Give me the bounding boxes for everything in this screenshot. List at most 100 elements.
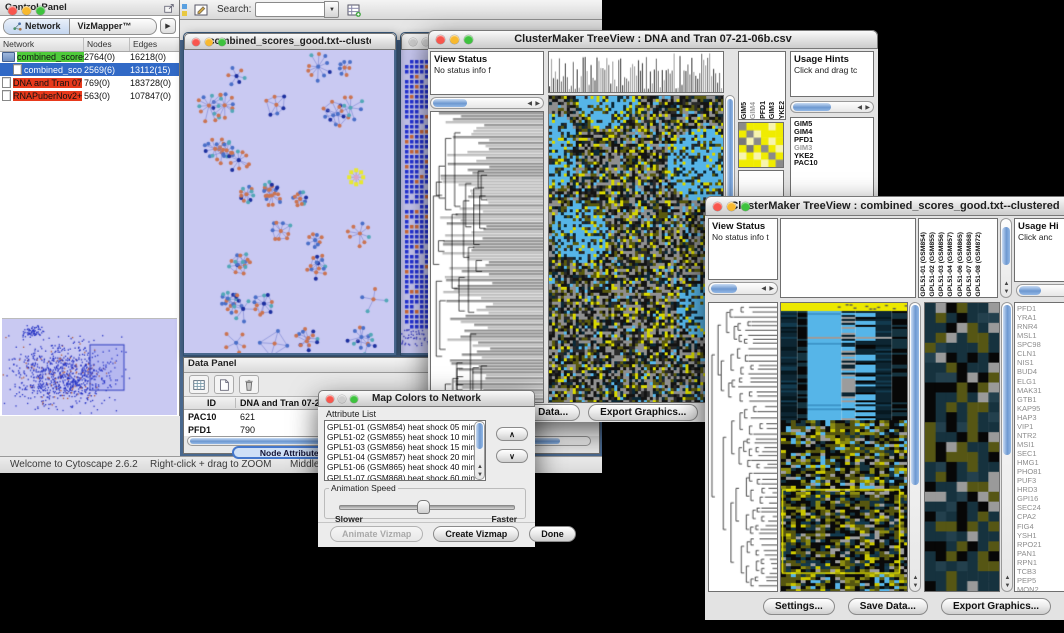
attribute-list-item[interactable]: GPL51-06 (GSM865) heat shock 40 min xyxy=(327,462,485,472)
scroll-left-icon[interactable]: ◀ xyxy=(761,286,766,292)
gene-label[interactable]: MAK31 xyxy=(1017,386,1064,395)
scrollbar-thumb[interactable] xyxy=(433,99,467,107)
gene-label[interactable]: SPC98 xyxy=(1017,340,1064,349)
gene-label[interactable]: PHO81 xyxy=(1017,467,1064,476)
move-attribute-up-button[interactable]: ∧ xyxy=(496,427,528,441)
gene-label[interactable]: RNR4 xyxy=(1017,322,1064,331)
gene-label[interactable]: KAP95 xyxy=(1017,404,1064,413)
gene-label[interactable]: CPA2 xyxy=(1017,512,1064,521)
treeview-action-button[interactable]: Save Data... xyxy=(848,598,928,615)
dendrogram-hscrollbar[interactable]: ◀ ▶ xyxy=(430,97,544,109)
minimize-button[interactable] xyxy=(205,38,213,46)
zoom-button[interactable] xyxy=(218,38,226,46)
sample-column-label[interactable]: GPL51-02 (GSM855) xyxy=(929,232,937,297)
gene-label[interactable]: PFD1 xyxy=(1017,304,1064,313)
search-combobox[interactable]: ▼ xyxy=(255,1,339,18)
gene-label[interactable]: MSI1 xyxy=(1017,440,1064,449)
speed-slider-thumb[interactable] xyxy=(417,500,430,514)
float-panel-icon[interactable] xyxy=(163,2,175,17)
sample-column-label[interactable]: GPL51-06 (GSM865) xyxy=(957,232,965,297)
zoom-button[interactable] xyxy=(36,6,45,15)
zoom-button[interactable] xyxy=(464,35,473,44)
scroll-right-icon[interactable]: ▶ xyxy=(769,286,774,292)
network-table-row[interactable]: RNAPuberNov2+ 563(0) 107847(0) xyxy=(0,89,179,102)
attribute-list-item[interactable]: GPL51-02 (GSM855) heat shock 10 min xyxy=(327,432,485,442)
dialog-titlebar[interactable]: Map Colors to Network xyxy=(318,390,535,407)
import-table-icon[interactable] xyxy=(345,1,363,18)
annotation-icon[interactable] xyxy=(192,1,210,18)
gene-label[interactable]: NTR2 xyxy=(1017,431,1064,440)
scrollbar-thumb[interactable] xyxy=(1019,286,1041,295)
gene-label[interactable]: MSL1 xyxy=(1017,331,1064,340)
attribute-list-item[interactable]: GPL51-04 (GSM857) heat shock 20 min xyxy=(327,452,485,462)
gene-label[interactable]: RPO21 xyxy=(1017,540,1064,549)
select-attributes-icon[interactable] xyxy=(189,375,209,394)
gene-label[interactable]: RPN1 xyxy=(1017,558,1064,567)
gene-label[interactable]: SEC24 xyxy=(1017,503,1064,512)
scrollbar-thumb[interactable] xyxy=(911,305,919,485)
gene-label[interactable]: YRA1 xyxy=(1017,313,1064,322)
heatmap-main[interactable] xyxy=(780,302,908,592)
gene-label[interactable]: NIS1 xyxy=(1017,358,1064,367)
labels-hscrollbar[interactable]: ◀ ▶ xyxy=(790,101,874,113)
matrix-column-label[interactable]: PFD1 xyxy=(760,101,768,119)
close-button[interactable] xyxy=(326,395,334,403)
scrollbar-thumb[interactable] xyxy=(1002,227,1010,265)
sample-column-label[interactable]: GPL51-03 (GSM856) xyxy=(938,232,946,297)
close-button[interactable] xyxy=(192,38,200,46)
labels-vscrollbar[interactable]: ▲ ▼ xyxy=(1000,218,1012,298)
scroll-down-icon[interactable]: ▼ xyxy=(1005,583,1011,589)
heatmap-main[interactable] xyxy=(548,95,724,403)
scroll-down-icon[interactable]: ▼ xyxy=(913,583,919,589)
gene-label[interactable]: CLN1 xyxy=(1017,349,1064,358)
search-input[interactable] xyxy=(255,2,324,17)
dialog-action-button[interactable]: Done xyxy=(529,526,576,542)
gene-label[interactable]: SEC1 xyxy=(1017,449,1064,458)
treeview2-titlebar[interactable]: ClusterMaker TreeView : combined_scores_… xyxy=(705,196,1064,216)
network-table-row[interactable]: combined_scores 2764(0) 16218(0) xyxy=(0,50,179,63)
search-dropdown-button[interactable]: ▼ xyxy=(324,1,339,18)
gene-label[interactable]: GTB1 xyxy=(1017,395,1064,404)
attribute-list-item[interactable]: GPL51-01 (GSM854) heat shock 05 min xyxy=(327,422,485,432)
matrix-column-label[interactable]: GIM5 xyxy=(741,102,749,119)
hints-hscrollbar[interactable] xyxy=(1016,284,1064,297)
treeview-action-button[interactable]: Export Graphics... xyxy=(941,598,1051,615)
network-view-window[interactable]: combined_scores_good.txt--cluste... xyxy=(183,32,397,356)
attribute-list-item[interactable]: GPL51-03 (GSM856) heat shock 15 min xyxy=(327,442,485,452)
scroll-right-icon[interactable]: ▶ xyxy=(865,105,870,111)
heatmap-zoomed[interactable] xyxy=(924,302,1000,592)
row-dendrogram[interactable] xyxy=(430,111,544,403)
tab-vizmapper[interactable]: VizMapper™ xyxy=(70,19,140,34)
minimize-button[interactable] xyxy=(22,6,31,15)
scrollbar-thumb[interactable] xyxy=(476,423,483,449)
birds-eye-view[interactable] xyxy=(2,318,177,415)
sample-column-label[interactable]: GPL51-07 (GSM868) xyxy=(966,232,974,297)
column-dendrogram[interactable] xyxy=(548,51,724,93)
move-attribute-down-button[interactable]: ∨ xyxy=(496,449,528,463)
new-attribute-icon[interactable] xyxy=(214,375,234,394)
sample-column-label[interactable]: GPL51-01 (GSM854) xyxy=(920,232,928,297)
gene-label[interactable]: FIG4 xyxy=(1017,522,1064,531)
delete-attribute-icon[interactable] xyxy=(239,375,259,394)
correlation-matrix-heatmap[interactable] xyxy=(738,122,784,168)
scroll-right-icon[interactable]: ▶ xyxy=(535,101,540,107)
scrollbar-thumb[interactable] xyxy=(1003,305,1011,455)
gene-label[interactable]: MON2 xyxy=(1017,585,1064,592)
scrollbar-thumb[interactable] xyxy=(711,284,737,293)
tab-network[interactable]: Network xyxy=(4,19,70,34)
zoom-button[interactable] xyxy=(350,395,358,403)
matrix-column-label[interactable]: YKE2 xyxy=(779,101,786,119)
attribute-list-vscrollbar[interactable]: ▲ ▼ xyxy=(474,421,485,480)
dendrogram-hscrollbar[interactable]: ◀ ▶ xyxy=(708,282,778,295)
network-window-titlebar[interactable]: combined_scores_good.txt--cluste... xyxy=(184,33,396,50)
sample-column-label[interactable]: GPL51-08 (GSM872) xyxy=(975,232,983,297)
dialog-action-button[interactable]: Create Vizmap xyxy=(433,526,519,542)
dialog-action-button[interactable]: Animate Vizmap xyxy=(330,526,423,542)
scroll-up-icon[interactable]: ▲ xyxy=(913,575,919,581)
matrix-column-label[interactable]: GIM3 xyxy=(769,102,777,119)
network-table-row[interactable]: DNA and Tran 07 769(0) 183728(0) xyxy=(0,76,179,89)
column-id[interactable]: ID xyxy=(184,398,236,408)
scroll-up-icon[interactable]: ▲ xyxy=(477,464,483,470)
gene-label[interactable]: PUF3 xyxy=(1017,476,1064,485)
treeview-action-button[interactable]: Export Graphics... xyxy=(588,404,698,421)
